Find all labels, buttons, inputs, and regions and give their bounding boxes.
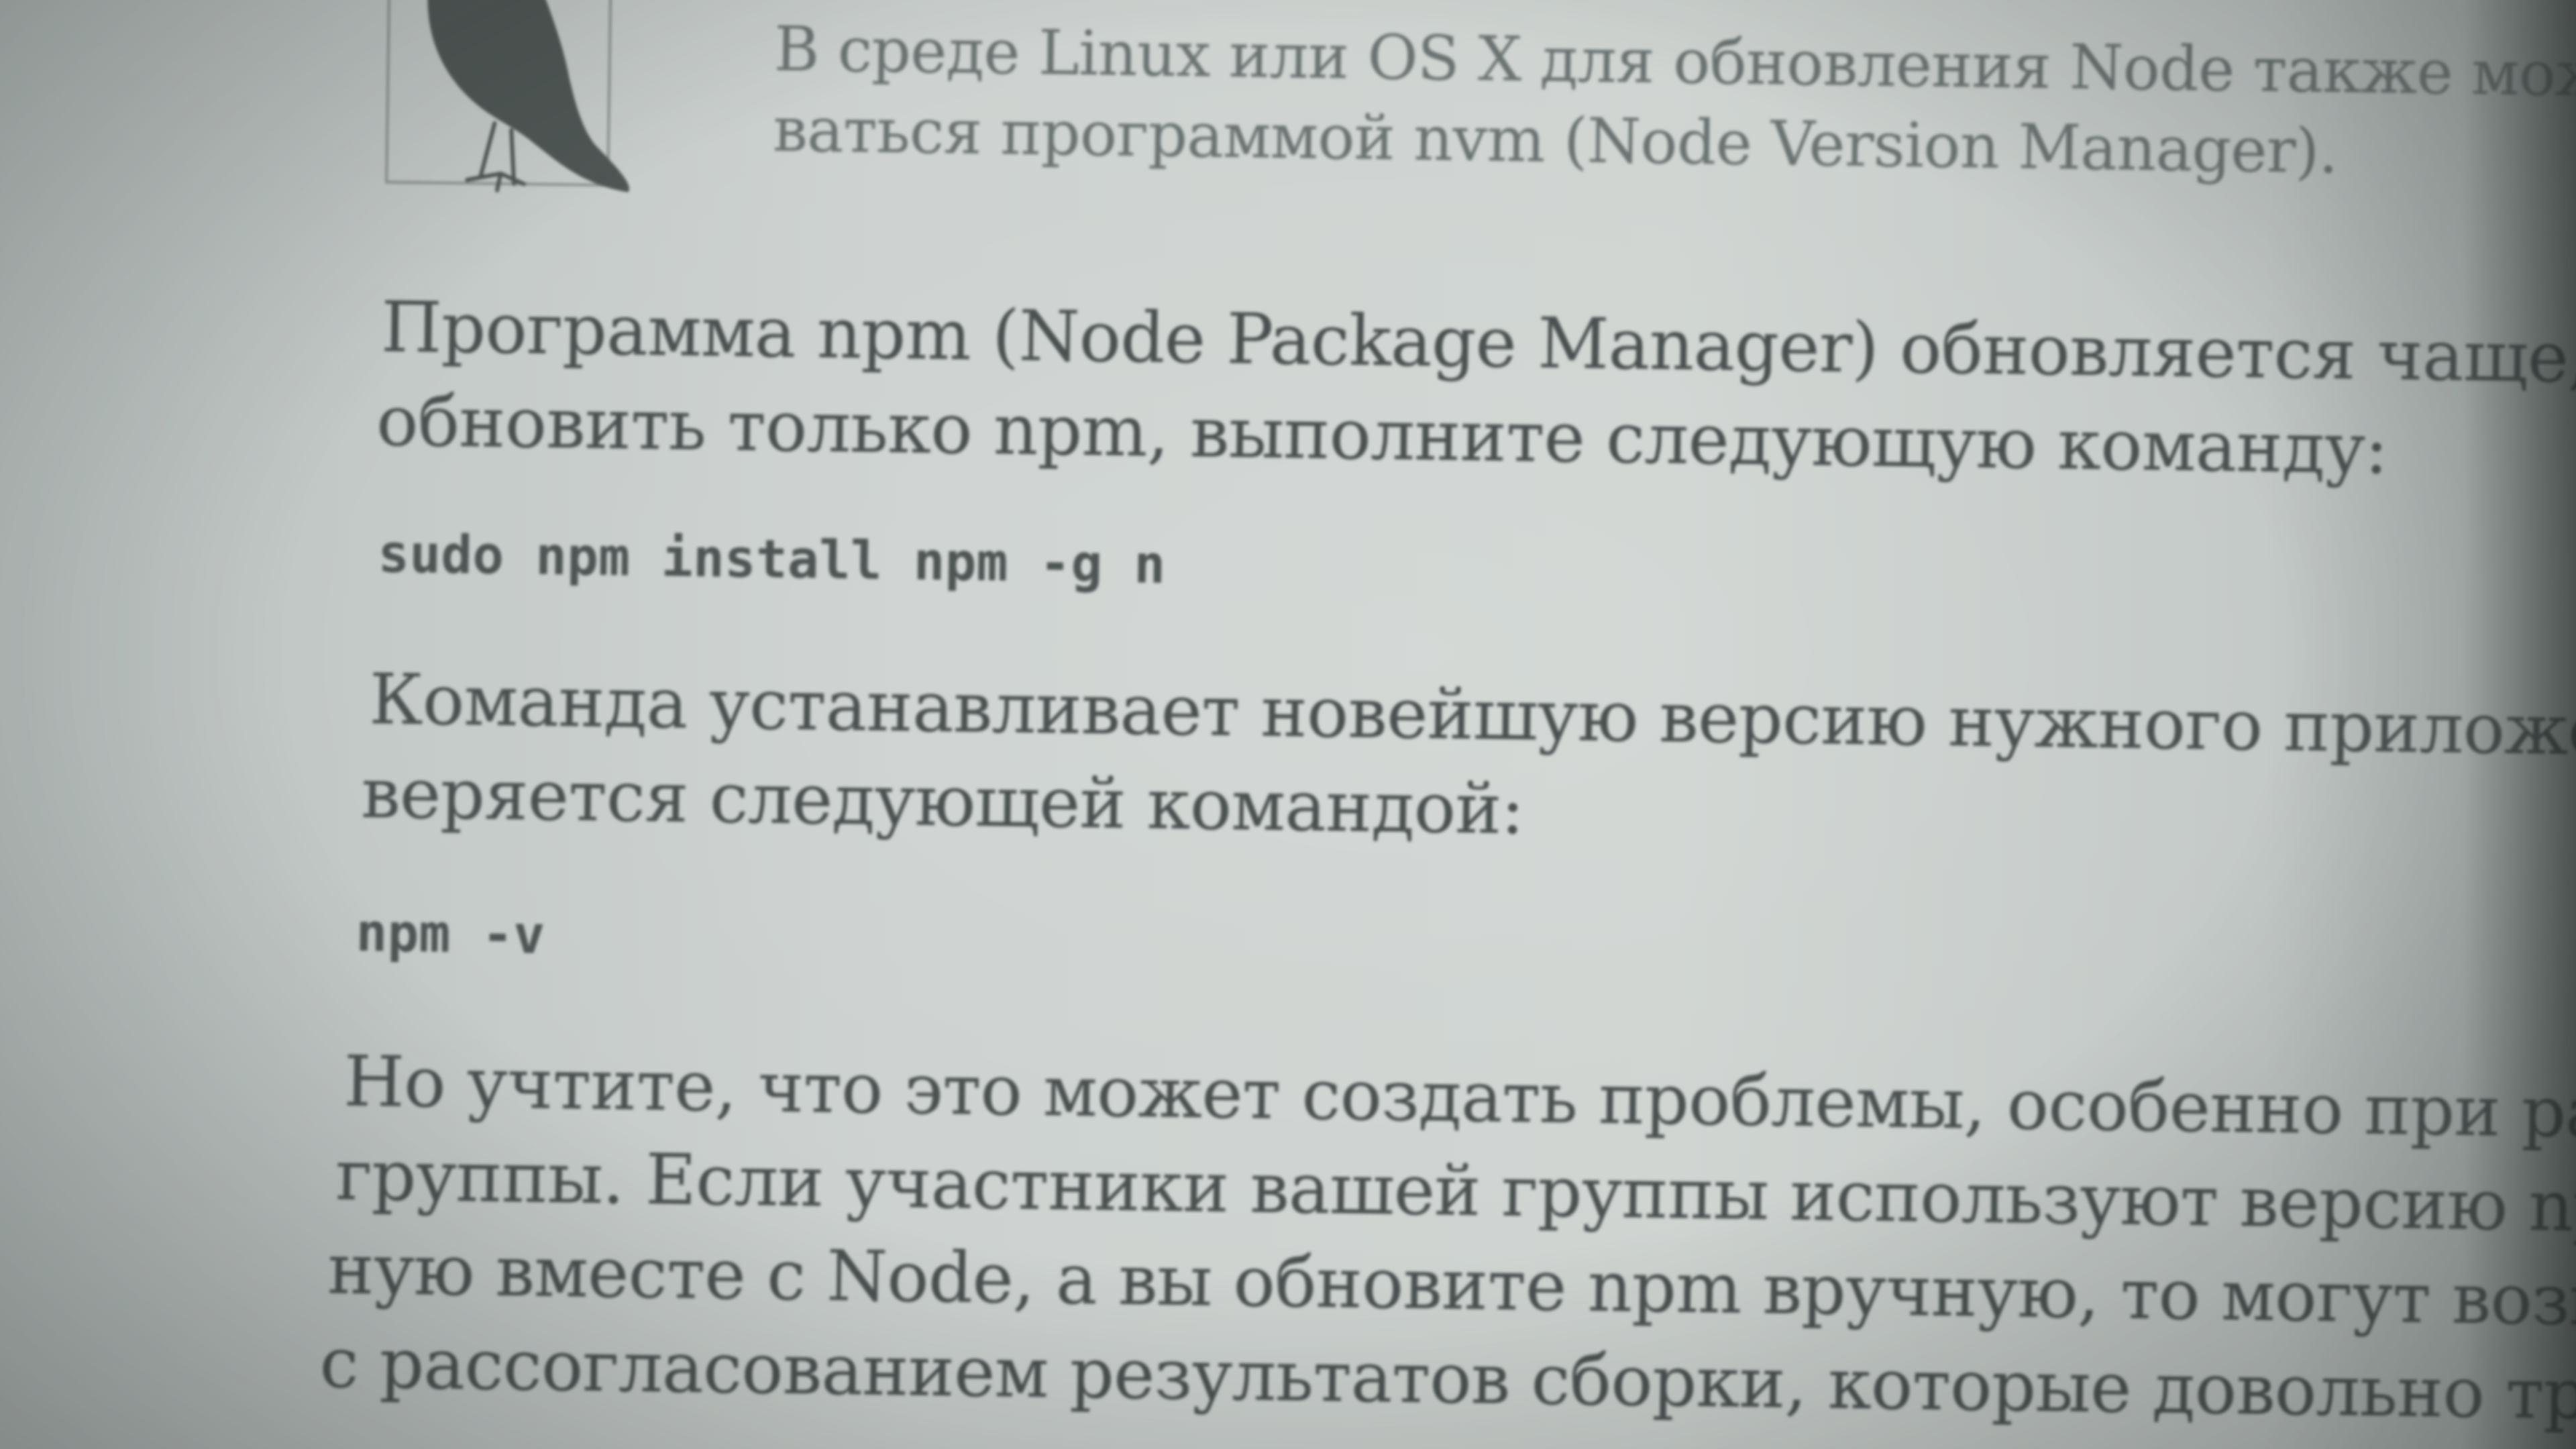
code-line-2: npm -v	[355, 902, 545, 966]
book-page-photo: В среде Linux или OS X для обновления No…	[0, 0, 2576, 1449]
paragraph-2-line-2: веряется следующей командой:	[360, 752, 1525, 851]
page-edge-shadow	[2462, 0, 2576, 1449]
page-content: В среде Linux или OS X для обновления No…	[0, 0, 2576, 1449]
crow-icon	[385, 0, 629, 193]
paragraph-1-line-2: обновить только npm, выполните следующую…	[376, 380, 2389, 490]
code-line-1: sudo npm install npm -g n	[377, 524, 1166, 596]
paragraph-3-line-4: с рассогласованием результатов сборки, к…	[319, 1322, 2576, 1441]
note-line-2: ваться программой nvm (Node Version Mana…	[772, 93, 2339, 188]
